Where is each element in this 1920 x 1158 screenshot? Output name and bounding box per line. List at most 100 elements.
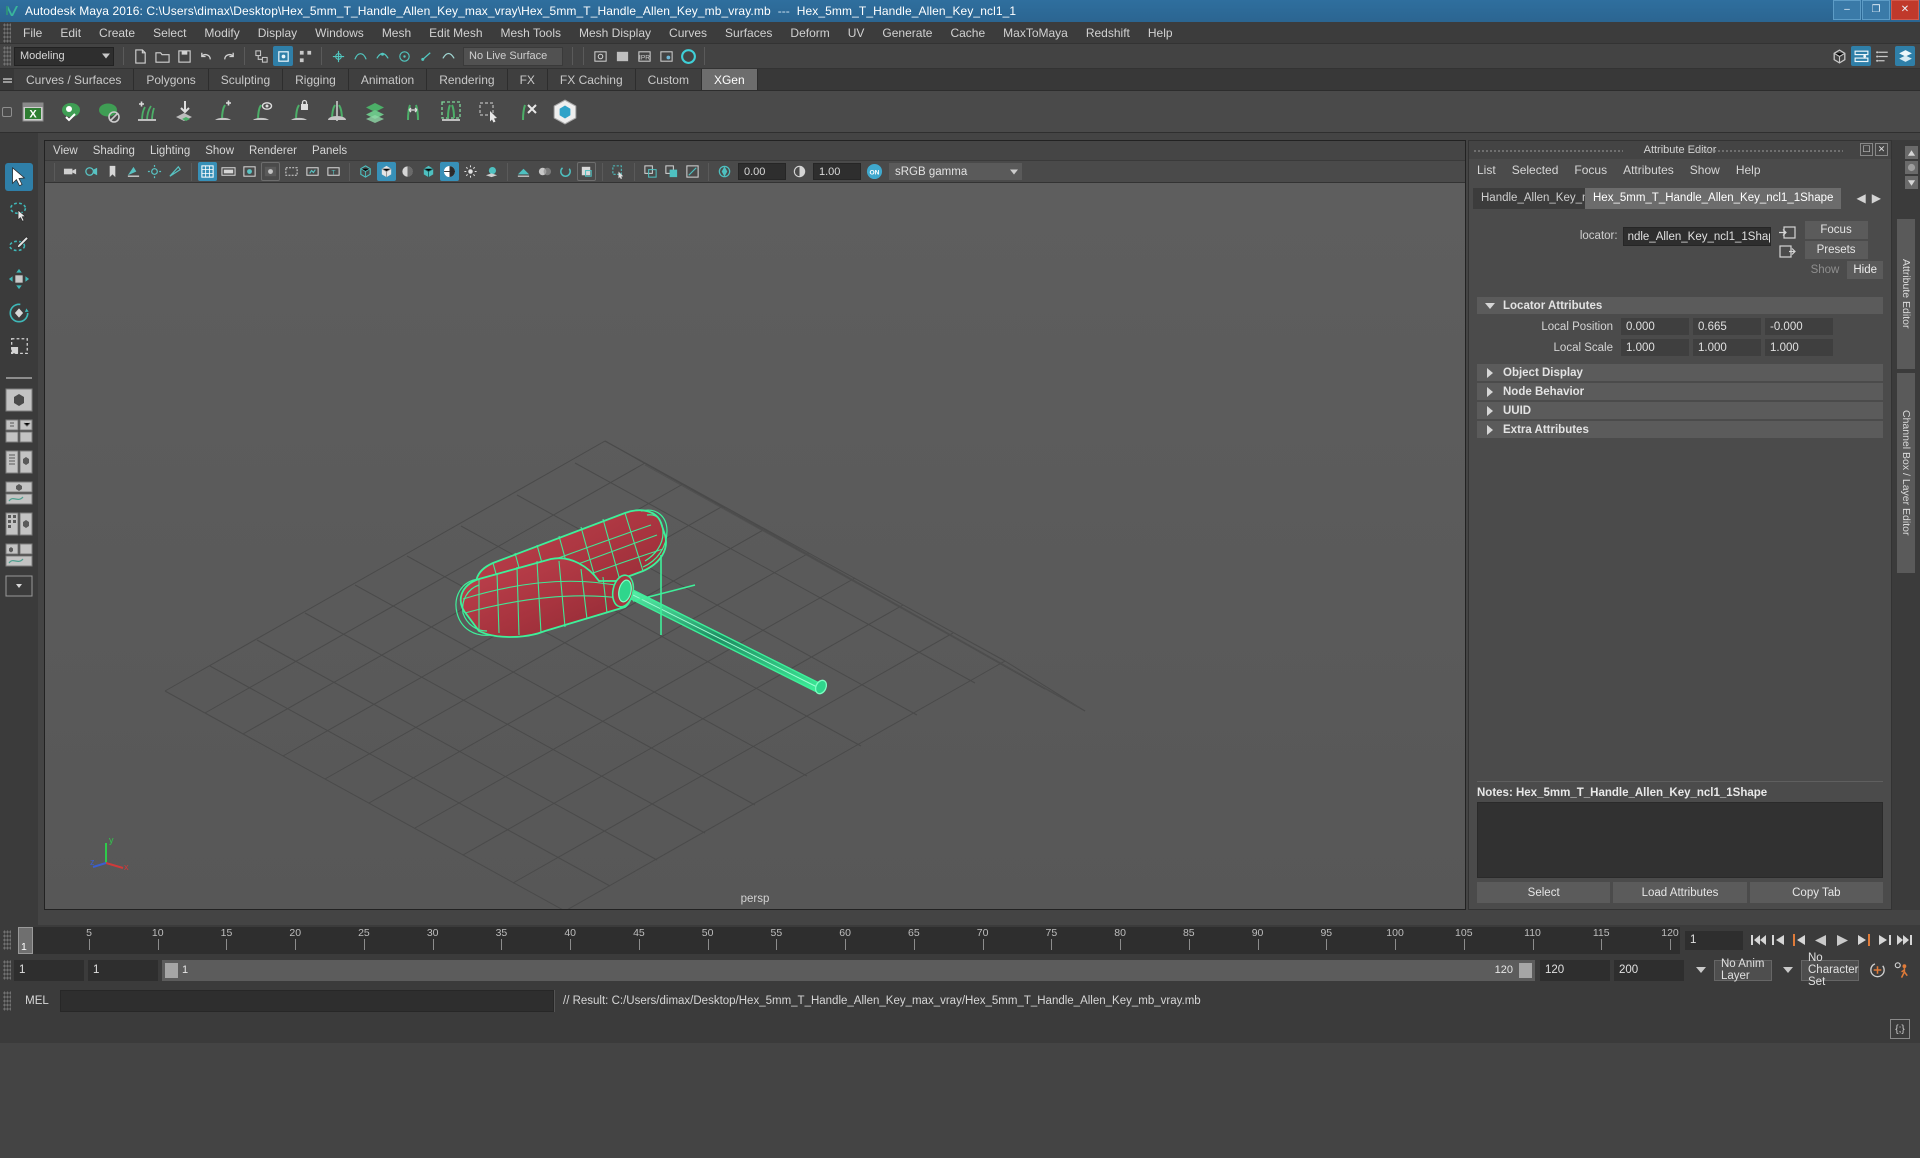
open-scene-icon[interactable] bbox=[152, 46, 172, 66]
xgen-mirror-guide-icon[interactable] bbox=[320, 95, 354, 129]
lasso-select-tool-button[interactable] bbox=[5, 197, 33, 225]
color-management-on-icon[interactable]: ON bbox=[865, 162, 884, 181]
menu-modify[interactable]: Modify bbox=[195, 24, 248, 42]
vertical-tab-channel-box[interactable]: Channel Box / Layer Editor bbox=[1897, 373, 1915, 573]
wireframe-icon[interactable] bbox=[356, 162, 375, 181]
ae-menu-selected[interactable]: Selected bbox=[1512, 163, 1559, 177]
ae-menu-attributes[interactable]: Attributes bbox=[1623, 163, 1674, 177]
play-forwards-icon[interactable] bbox=[1832, 931, 1851, 950]
section-uuid[interactable]: UUID bbox=[1477, 402, 1883, 419]
xgen-select-region-icon[interactable] bbox=[472, 95, 506, 129]
safe-title-icon[interactable]: T bbox=[324, 162, 343, 181]
viewport-menu-view[interactable]: View bbox=[53, 145, 78, 157]
scroll-thumb-icon[interactable] bbox=[1905, 161, 1918, 174]
shadows-icon[interactable] bbox=[482, 162, 501, 181]
menu-file[interactable]: File bbox=[14, 24, 51, 42]
range-left-knob[interactable] bbox=[165, 962, 178, 978]
command-line-grip[interactable] bbox=[3, 991, 11, 1011]
bookmark-icon[interactable] bbox=[103, 162, 122, 181]
gate-mask-icon[interactable] bbox=[261, 162, 280, 181]
viewport-menu-panels[interactable]: Panels bbox=[312, 145, 347, 157]
menu-mesh-tools[interactable]: Mesh Tools bbox=[492, 24, 570, 42]
auto-keyframe-icon[interactable] bbox=[1868, 961, 1887, 980]
node-tab-prev-icon[interactable]: ◀ bbox=[1857, 191, 1866, 205]
snap-view-plane-icon[interactable] bbox=[416, 46, 436, 66]
save-scene-icon[interactable] bbox=[174, 46, 194, 66]
outliner-persp-layout-button[interactable] bbox=[4, 449, 34, 475]
character-set-selector[interactable]: No Character Set bbox=[1801, 952, 1859, 988]
gamma-value-field[interactable]: 1.00 bbox=[813, 163, 861, 180]
textured-icon[interactable] bbox=[440, 162, 459, 181]
menu-display[interactable]: Display bbox=[249, 24, 306, 42]
notes-textarea[interactable] bbox=[1477, 802, 1883, 878]
scroll-up-icon[interactable] bbox=[1905, 146, 1918, 159]
time-slider-grip[interactable] bbox=[3, 930, 11, 950]
range-slider-grip[interactable] bbox=[3, 960, 11, 980]
menu-edit[interactable]: Edit bbox=[51, 24, 90, 42]
output-connection-icon[interactable] bbox=[1778, 244, 1797, 259]
step-back-frame-icon[interactable] bbox=[1790, 931, 1809, 950]
shelf-tab-fx-caching[interactable]: FX Caching bbox=[547, 69, 636, 90]
move-tool-button[interactable] bbox=[5, 265, 33, 293]
viewport-menu-lighting[interactable]: Lighting bbox=[150, 145, 190, 157]
shelf-tab-rigging[interactable]: Rigging bbox=[283, 69, 349, 90]
node-tab-next-icon[interactable]: ▶ bbox=[1872, 191, 1881, 205]
section-object-display[interactable]: Object Display bbox=[1477, 364, 1883, 381]
menu-create[interactable]: Create bbox=[90, 24, 144, 42]
menu-maxtomaya[interactable]: MaxToMaya bbox=[994, 24, 1077, 42]
animation-end-field[interactable]: 200 bbox=[1614, 959, 1684, 981]
copy-tab-button[interactable]: Copy Tab bbox=[1749, 882, 1883, 903]
undo-icon[interactable] bbox=[196, 46, 216, 66]
go-to-start-icon[interactable] bbox=[1748, 931, 1767, 950]
snap-curve-icon[interactable] bbox=[350, 46, 370, 66]
paint-select-tool-button[interactable] bbox=[5, 231, 33, 259]
xgen-guide-display-icon[interactable] bbox=[244, 95, 278, 129]
shelf-tab-curves-surfaces[interactable]: Curves / Surfaces bbox=[14, 69, 135, 90]
hypershade-icon[interactable] bbox=[678, 46, 698, 66]
node-tab-transform[interactable]: Handle_Allen_Key_ncl1_1 bbox=[1473, 187, 1585, 209]
rotate-tool-button[interactable] bbox=[5, 299, 33, 327]
menu-uv[interactable]: UV bbox=[839, 24, 874, 42]
viewport-menu-show[interactable]: Show bbox=[205, 145, 234, 157]
menu-generate[interactable]: Generate bbox=[873, 24, 941, 42]
hide-button[interactable]: Hide bbox=[1847, 261, 1883, 279]
shelf-menu-icon[interactable] bbox=[0, 68, 14, 90]
shelf-tab-polygons[interactable]: Polygons bbox=[134, 69, 209, 90]
local-position-y-field[interactable]: 0.665 bbox=[1693, 318, 1761, 335]
camera-icon[interactable] bbox=[61, 162, 80, 181]
maximize-button[interactable]: ❐ bbox=[1862, 0, 1890, 20]
ao-icon[interactable] bbox=[514, 162, 533, 181]
xgen-import-icon[interactable] bbox=[168, 95, 202, 129]
xgen-description-icon[interactable]: X bbox=[16, 95, 50, 129]
xgen-node-icon[interactable] bbox=[548, 95, 582, 129]
hypershade-persp-layout-button[interactable] bbox=[4, 511, 34, 537]
more-layouts-button[interactable] bbox=[4, 573, 34, 599]
ae-menu-list[interactable]: List bbox=[1477, 163, 1496, 177]
locator-name-field[interactable]: ndle_Allen_Key_ncl1_1Shape bbox=[1622, 227, 1771, 246]
xray-joints-icon[interactable] bbox=[662, 162, 681, 181]
resolution-gate-icon[interactable] bbox=[240, 162, 259, 181]
screen-space-ao-icon[interactable] bbox=[556, 162, 575, 181]
select-object-icon[interactable] bbox=[273, 46, 293, 66]
viewport-background-icon[interactable] bbox=[577, 162, 596, 181]
live-surface-field[interactable]: No Live Surface bbox=[463, 46, 563, 66]
menu-mesh-display[interactable]: Mesh Display bbox=[570, 24, 660, 42]
ae-menu-show[interactable]: Show bbox=[1690, 163, 1720, 177]
menu-cache[interactable]: Cache bbox=[941, 24, 994, 42]
select-component-icon[interactable] bbox=[295, 46, 315, 66]
play-backwards-icon[interactable] bbox=[1811, 931, 1830, 950]
local-scale-z-field[interactable]: 1.000 bbox=[1765, 339, 1833, 356]
four-view-layout-button[interactable] bbox=[4, 418, 34, 444]
local-scale-y-field[interactable]: 1.000 bbox=[1693, 339, 1761, 356]
color-management-selector[interactable]: sRGB gamma bbox=[889, 163, 1022, 180]
show-hide-modeling-toolkit-icon[interactable] bbox=[1829, 46, 1849, 66]
field-chart-icon[interactable] bbox=[282, 162, 301, 181]
command-language-label[interactable]: MEL bbox=[14, 995, 60, 1007]
local-scale-x-field[interactable]: 1.000 bbox=[1621, 339, 1689, 356]
use-lights-icon[interactable] bbox=[461, 162, 480, 181]
exposure-value-field[interactable]: 0.00 bbox=[738, 163, 786, 180]
vertical-tab-attribute-editor[interactable]: Attribute Editor bbox=[1897, 219, 1915, 369]
render-current-frame-icon[interactable] bbox=[590, 46, 610, 66]
scale-tool-button[interactable] bbox=[5, 333, 33, 361]
character-set-chevron-down-icon[interactable] bbox=[1783, 967, 1793, 973]
